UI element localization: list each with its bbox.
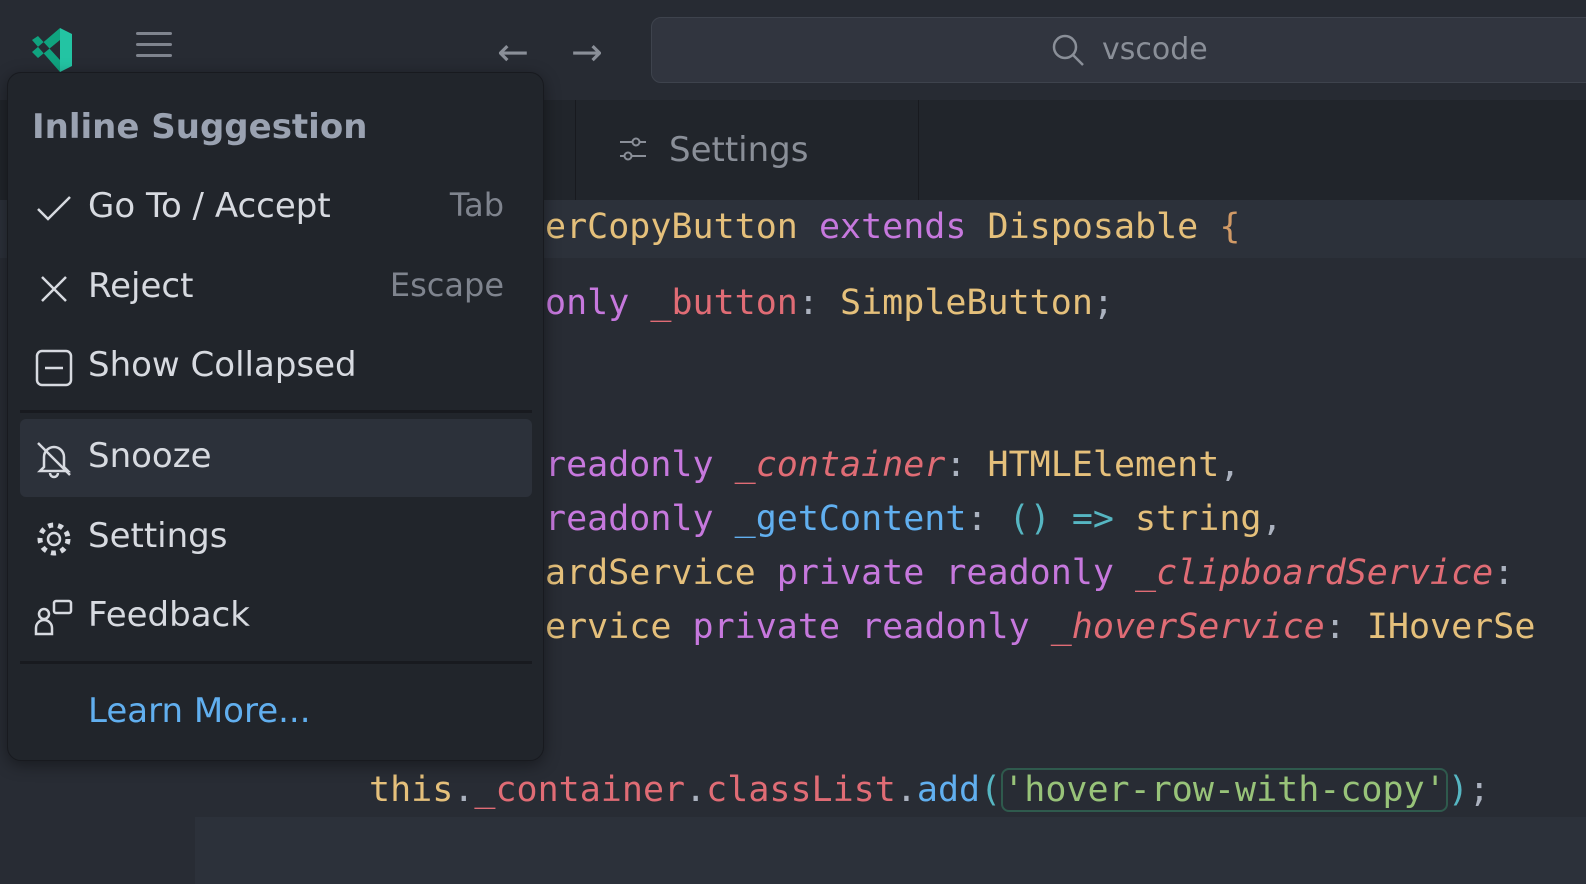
menu-icon[interactable] xyxy=(136,32,172,62)
menu-item-feedback[interactable]: Feedback xyxy=(20,578,532,656)
code-line: only _button: SimpleButton; xyxy=(545,283,1114,323)
menu-item-label: Feedback xyxy=(88,595,250,635)
settings-sliders-icon xyxy=(620,137,646,161)
feedback-icon xyxy=(34,599,73,636)
line-highlight xyxy=(195,817,1586,884)
forward-arrow-icon[interactable]: → xyxy=(571,30,603,74)
check-icon xyxy=(37,196,71,221)
shortcut-label: Escape xyxy=(389,266,504,304)
gear-icon xyxy=(37,522,71,556)
search-icon xyxy=(1052,34,1084,66)
string-literal: 'hover-row-with-copy' xyxy=(1001,768,1448,812)
menu-separator xyxy=(20,661,532,664)
tab-label: Settings xyxy=(669,130,809,170)
code-line: readonly _container: HTMLElement, xyxy=(545,445,1241,485)
menu-item-label: Reject xyxy=(88,266,194,306)
menu-title: Inline Suggestion xyxy=(32,107,368,147)
code-line: readonly _getContent: () => string, xyxy=(545,499,1283,539)
code-line: ardService private readonly _clipboardSe… xyxy=(545,553,1515,593)
menu-item-settings[interactable]: Settings xyxy=(20,499,532,577)
menu-item-accept[interactable]: Go To / Accept Tab xyxy=(20,169,532,247)
menu-item-label: Go To / Accept xyxy=(88,186,331,226)
menu-separator xyxy=(20,410,532,413)
menu-item-label: Show Collapsed xyxy=(88,345,357,385)
collapse-icon xyxy=(35,349,73,387)
code-line: erCopyButton extends Disposable { xyxy=(545,207,1241,247)
menu-item-reject[interactable]: Reject Escape xyxy=(20,249,532,327)
vscode-logo-icon xyxy=(32,28,72,72)
menu-item-label: Settings xyxy=(88,516,228,556)
menu-item-show-collapsed[interactable]: Show Collapsed xyxy=(20,328,532,406)
menu-item-label: Snooze xyxy=(88,436,212,476)
tab-settings[interactable]: Settings xyxy=(575,100,919,200)
shortcut-label: Tab xyxy=(449,186,504,224)
learn-more-link[interactable]: Learn More... xyxy=(88,691,311,731)
search-text: vscode xyxy=(1102,32,1208,67)
menu-item-snooze[interactable]: Snooze xyxy=(20,419,532,497)
code-line: ervice private readonly _hoverService: I… xyxy=(545,607,1536,647)
bell-slash-icon xyxy=(36,442,72,479)
code-line: this._container.classList.add('hover-row… xyxy=(369,768,1490,812)
back-arrow-icon[interactable]: ← xyxy=(497,30,529,74)
command-center-search[interactable]: vscode xyxy=(651,17,1586,83)
inline-suggestion-menu: Inline Suggestion Go To / Accept Tab Rej… xyxy=(7,72,544,761)
close-icon xyxy=(41,276,67,302)
